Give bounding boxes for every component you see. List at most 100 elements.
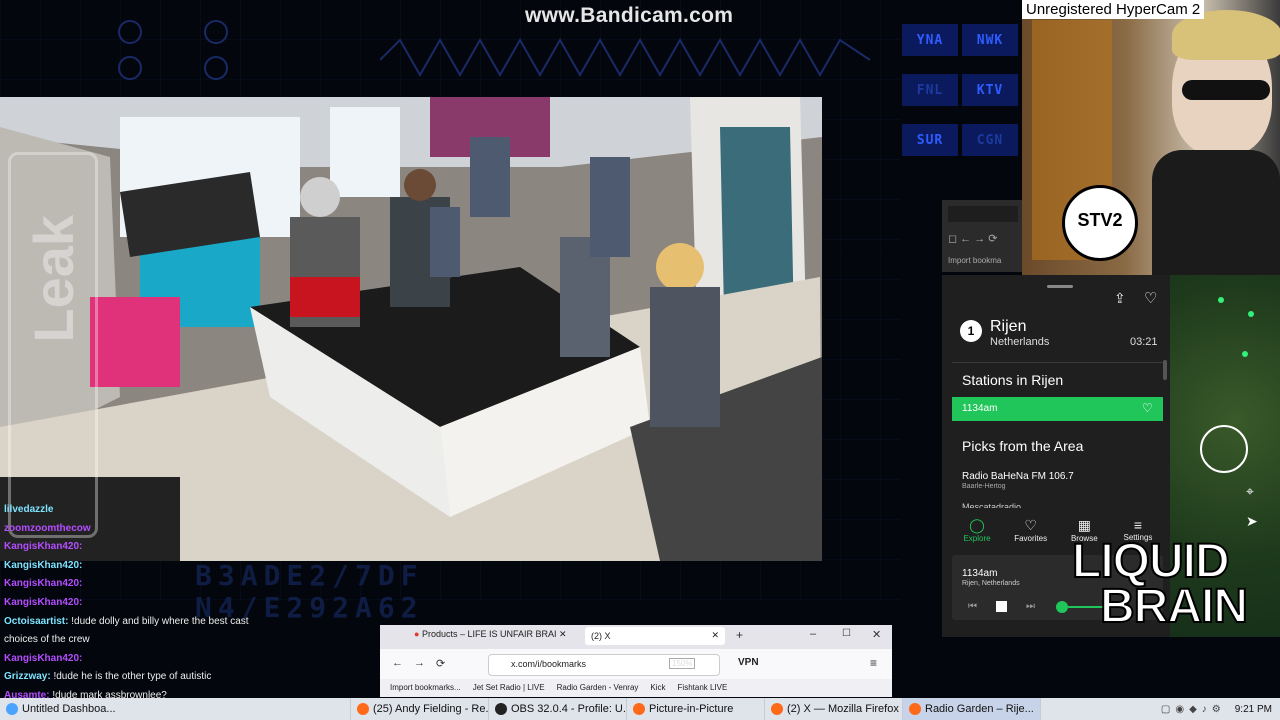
nav-label: Explore [963, 534, 991, 543]
webcam-sunglasses [1182, 80, 1270, 100]
pick-station-name[interactable]: Radio BaHeNa FM 106.7 [962, 471, 1074, 482]
bookmark-import[interactable]: Import bookma [948, 256, 1001, 265]
chat-text: choices of the crew [4, 634, 90, 646]
now-playing-place: Rijen, Netherlands [962, 580, 1020, 587]
bookmark-item[interactable]: Fishtank LIVE [678, 683, 728, 692]
chat-username: lilvedazzle [4, 504, 54, 515]
taskbar-item[interactable]: Radio Garden – Rije... [903, 698, 1041, 720]
rank-badge: 1 [960, 320, 982, 342]
brain-text: BRAIN [1099, 580, 1249, 633]
channel-grid: YNA NWK FNL KTV SUR CGN [902, 24, 1022, 214]
taskbar-item[interactable]: Untitled Dashboa... [0, 698, 351, 720]
zoom-level[interactable]: 150% [669, 658, 696, 669]
chat-text: !dude dolly and billy where the best cas… [71, 615, 249, 627]
forward-icon[interactable]: → [414, 657, 425, 669]
location-pin-icon[interactable]: ⌖ [1246, 483, 1254, 500]
share-icon[interactable]: ⇪ [1114, 290, 1126, 307]
close-window-icon[interactable]: ✕ [872, 628, 881, 641]
camera-scene [0, 97, 822, 561]
liquid-text: LIQUID [1071, 535, 1231, 588]
reload-icon[interactable]: ⟳ [436, 657, 445, 670]
favorite-heart-icon[interactable]: ♡ [1144, 289, 1157, 307]
app-icon [6, 703, 18, 715]
chat-username: KangisKhan420: [4, 597, 83, 608]
chat-username: zoomzoomthecow [4, 522, 91, 534]
tray-icon: ◆ [1189, 703, 1197, 715]
station-favorite-icon[interactable]: ♡ [1142, 401, 1153, 415]
taskbar-item[interactable]: OBS 32.0.4 - Profile: U... [489, 698, 627, 720]
tray-icon: ◉ [1175, 703, 1185, 715]
chat-message: KangisKhan420: [4, 578, 82, 589]
channel-button: SUR [902, 124, 958, 156]
volume-slider[interactable] [1056, 601, 1068, 613]
nav-favorites[interactable]: ♡ Favorites [1006, 517, 1056, 547]
tab-products[interactable]: ● Products – LIFE IS UNFAIR BRAI ✕ [414, 629, 574, 640]
channel-button: KTV [962, 74, 1018, 106]
chat-message: KangisKhan420: [4, 541, 82, 552]
channel-button: YNA [902, 24, 958, 56]
circle-icon: ◯ [969, 517, 985, 533]
vpn-button[interactable]: VPN [738, 657, 759, 668]
pick-station-name-2[interactable]: Mescatadradio [962, 502, 1021, 508]
new-tab-icon[interactable]: + [736, 628, 743, 642]
tab-x[interactable]: (2) X ✕ [585, 627, 725, 645]
tray-icon: ♪ [1201, 703, 1207, 715]
app-icon [357, 703, 369, 715]
bookmark-item[interactable]: Radio Garden - Venray [557, 683, 639, 692]
back-icon[interactable]: ← [392, 657, 403, 669]
nav-label: Favorites [1014, 534, 1048, 543]
pick-station-place: Baarle-Hertog [962, 483, 1006, 490]
city-name: Rijen [990, 318, 1027, 335]
house-camera-feed: Leak [0, 97, 822, 561]
chat-username: Grizzway: [4, 671, 51, 683]
chat-username: KangisKhan420: [4, 541, 83, 553]
chat-username: KangisKhan420: [4, 652, 83, 664]
maximize-icon[interactable]: ☐ [842, 628, 851, 639]
taskbar: Untitled Dashboa... (25) Andy Fielding - … [0, 698, 1280, 720]
waveform-decor [380, 37, 870, 78]
taskbar-item-label: (25) Andy Fielding - Re... [373, 703, 489, 715]
bookmark-item[interactable]: Kick [650, 683, 665, 692]
bookmark-item[interactable]: Jet Set Radio | LIVE [473, 683, 545, 692]
taskbar-item-label: Untitled Dashboa... [22, 703, 116, 715]
app-icon [771, 703, 783, 715]
browser-tab-strip [948, 206, 1018, 222]
url-text: x.com/i/bookmarks [511, 659, 587, 669]
locate-me-icon[interactable]: ➤ [1246, 513, 1258, 530]
app-icon [633, 703, 645, 715]
chat-message: lilvedazzle [4, 504, 53, 515]
bookmark-item[interactable]: Import bookmarks... [390, 683, 461, 692]
clock[interactable]: 9:21 PM [1227, 704, 1280, 715]
now-playing-station: 1134am [962, 568, 998, 579]
taskbar-item[interactable]: (25) Andy Fielding - Re... [351, 698, 489, 720]
panel-scrollbar[interactable] [1163, 360, 1167, 380]
next-icon[interactable]: ⏭ [1026, 601, 1035, 612]
map-icon: ▦ [1077, 517, 1091, 533]
previous-icon[interactable]: ⏮ [968, 601, 977, 612]
stop-button[interactable] [996, 601, 1007, 612]
url-bar[interactable]: x.com/i/bookmarks 150% [488, 654, 720, 676]
webcam-shirt [1152, 150, 1280, 275]
chat-message: KangisKhan420: [4, 597, 82, 608]
chat-username: KangisKhan420: [4, 578, 83, 590]
taskbar-item[interactable]: (2) X — Mozilla Firefox [765, 698, 903, 720]
chat-username: Octoisaartist: [4, 615, 69, 627]
stations-heading: Stations in Rijen [962, 372, 1064, 388]
chat-message: choices of the crew [4, 634, 90, 645]
firefox-tab-bar: ● Products – LIFE IS UNFAIR BRAI ✕ (2) X… [380, 625, 892, 649]
browser-nav-buttons[interactable]: ◻ ← → ⟳ [948, 232, 998, 245]
drag-handle[interactable] [1047, 285, 1073, 288]
station-row[interactable]: 1134am ♡ [952, 397, 1163, 421]
minimize-icon[interactable]: – [810, 628, 816, 640]
taskbar-item[interactable]: Picture-in-Picture [627, 698, 765, 720]
menu-icon[interactable]: ≡ [870, 656, 877, 670]
radio-garden-window-titlebar: ◻ ← → ⟳ Import bookma [942, 200, 1022, 272]
map-selection-circle [1200, 425, 1248, 473]
picks-heading: Picks from the Area [962, 438, 1084, 454]
nav-explore[interactable]: ◯ Explore [952, 517, 1002, 547]
system-tray[interactable]: ▢ ◉ ◆ ♪ ⚙ [1155, 704, 1227, 715]
bandicam-watermark: www.Bandicam.com [525, 4, 734, 27]
channel-button: FNL [902, 74, 958, 106]
leak-watermark: Leak [21, 215, 85, 343]
tray-icon: ⚙ [1211, 703, 1221, 715]
